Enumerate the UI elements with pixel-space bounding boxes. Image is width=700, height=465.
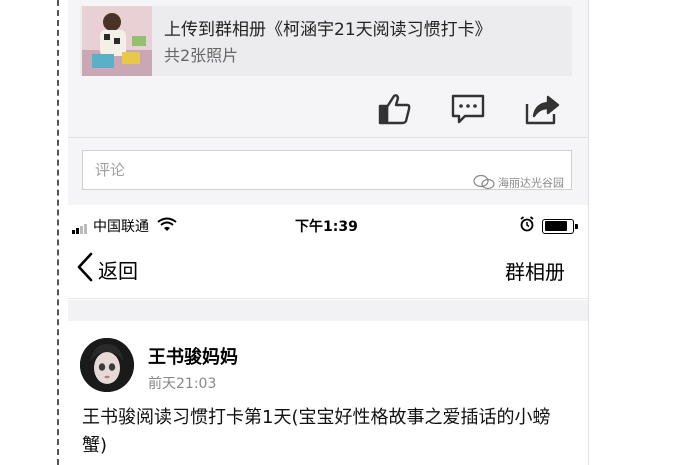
status-carrier: 中国联通 [72, 216, 177, 236]
wechat-logo-icon [473, 174, 495, 193]
post-author[interactable]: 王书骏妈妈 [148, 343, 238, 369]
back-label: 返回 [98, 259, 138, 283]
page-title: 群相册 [505, 260, 565, 284]
panel-edge [588, 0, 589, 465]
alarm-icon [519, 216, 535, 236]
watermark: 海丽达光谷园 [473, 174, 564, 193]
post-time: 前天21:03 [148, 376, 217, 392]
carrier-name: 中国联通 [93, 219, 149, 235]
battery-icon [542, 218, 578, 234]
photo-thumbnail[interactable] [82, 6, 152, 76]
comment-bubble-icon[interactable] [450, 92, 486, 126]
post-text[interactable]: 王书骏阅读习惯打卡第1天(宝宝好性格故事之爱插话的小螃蟹) [82, 404, 572, 460]
chevron-left-icon [76, 252, 94, 287]
divider [68, 298, 588, 299]
divider [68, 137, 588, 138]
thumbs-up-icon[interactable] [377, 92, 413, 126]
status-right [519, 216, 578, 236]
dashed-border [57, 0, 59, 465]
avatar[interactable] [80, 338, 134, 392]
back-button[interactable]: 返回 [76, 252, 138, 287]
photo-count: 共2张照片 [164, 46, 239, 65]
battery-level [544, 221, 568, 231]
upload-title[interactable]: 上传到群相册《柯涵宇21天阅读习惯打卡》 [164, 15, 492, 40]
wifi-icon [157, 217, 177, 235]
share-icon[interactable] [524, 92, 560, 126]
watermark-text: 海丽达光谷园 [498, 176, 564, 190]
status-time: 下午1:39 [295, 219, 358, 235]
signal-strength-icon [72, 218, 88, 234]
